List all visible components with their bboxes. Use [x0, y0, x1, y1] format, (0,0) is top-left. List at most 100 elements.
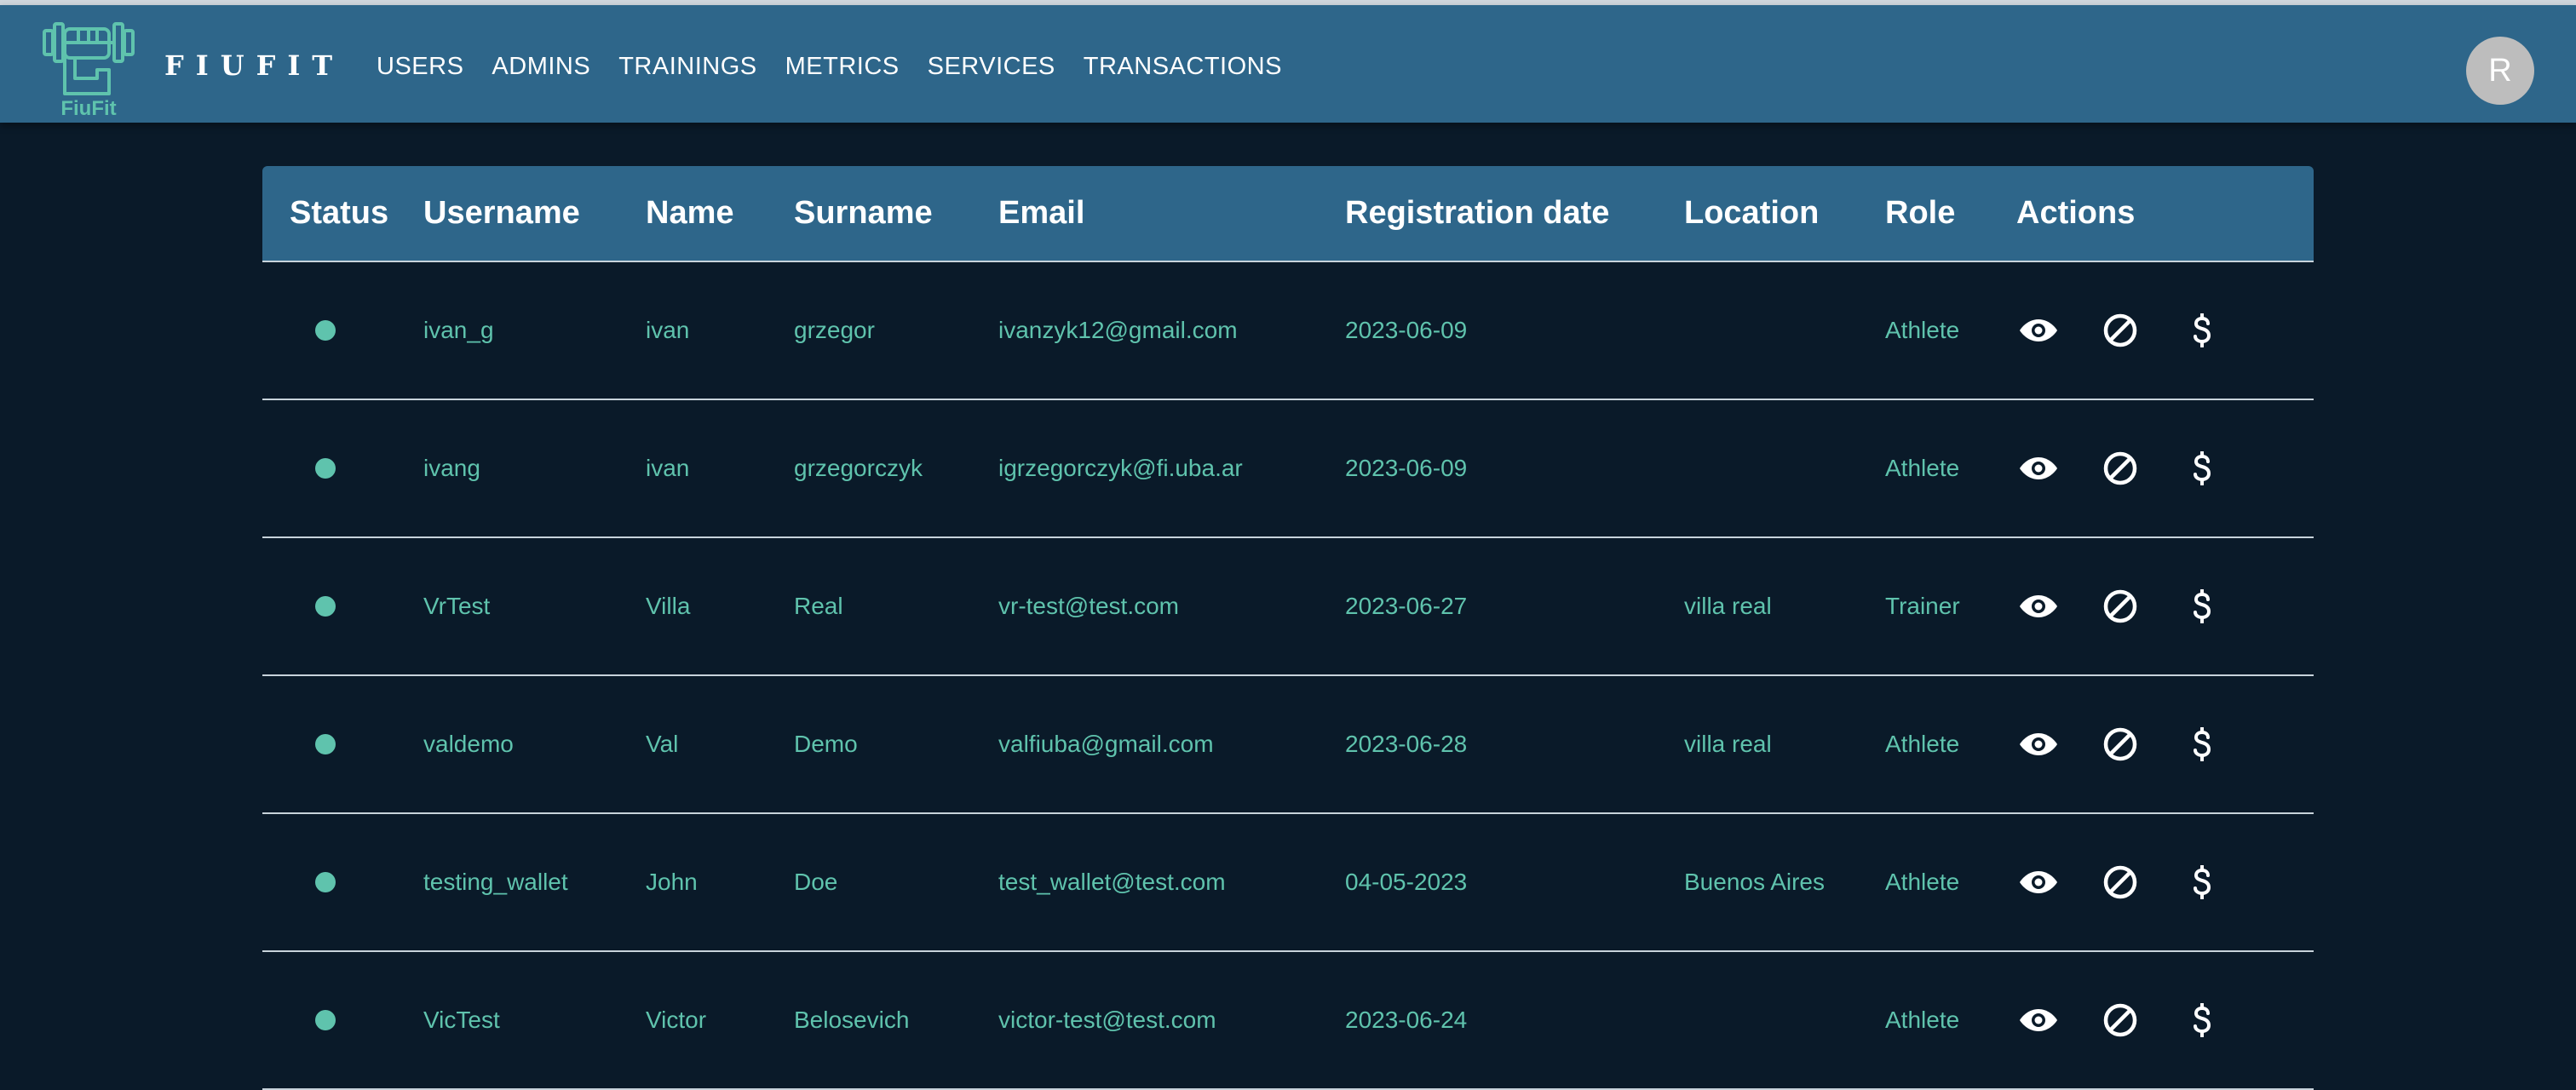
- block-user-button[interactable]: [2098, 446, 2142, 490]
- email-cell: vr-test@test.com: [998, 593, 1180, 619]
- surname-cell: Real: [794, 593, 843, 619]
- table-row[interactable]: ivang ivan grzegorczyk igrzegorczyk@fi.u…: [262, 399, 2314, 537]
- nav-metrics[interactable]: METRICS: [785, 53, 900, 81]
- table-header-row: Status Username Name Surname Email Regis…: [262, 166, 2314, 262]
- header-username[interactable]: Username: [423, 166, 646, 262]
- actions-cell: [2016, 813, 2314, 951]
- registration-date-cell: 2023-06-09: [1345, 317, 1468, 343]
- dollar-icon: [2194, 451, 2211, 485]
- block-icon: [2103, 865, 2137, 899]
- actions-cell: [2016, 951, 2314, 1089]
- role-cell: Athlete: [1885, 317, 1960, 343]
- surname-cell: Belosevich: [794, 1007, 910, 1033]
- block-user-button[interactable]: [2098, 308, 2142, 353]
- table-row[interactable]: ivan_g ivan grzegor ivanzyk12@gmail.com …: [262, 261, 2314, 399]
- username-cell: ivang: [423, 455, 480, 481]
- table-row[interactable]: VrTest Villa Real vr-test@test.com 2023-…: [262, 537, 2314, 675]
- status-indicator: [315, 458, 336, 479]
- view-user-button[interactable]: [2016, 308, 2061, 353]
- email-cell: victor-test@test.com: [998, 1007, 1216, 1033]
- table-row[interactable]: testing_wallet John Doe test_wallet@test…: [262, 813, 2314, 951]
- block-icon: [2103, 589, 2137, 623]
- surname-cell: grzegor: [794, 317, 875, 343]
- user-wallet-button[interactable]: [2180, 308, 2224, 353]
- nav-trainings[interactable]: TRAININGS: [618, 53, 756, 81]
- table-row[interactable]: VicTest Victor Belosevich victor-test@te…: [262, 951, 2314, 1089]
- user-wallet-button[interactable]: [2180, 860, 2224, 904]
- block-user-button[interactable]: [2098, 998, 2142, 1042]
- registration-date-cell: 2023-06-09: [1345, 455, 1468, 481]
- header-location[interactable]: Location: [1684, 166, 1885, 262]
- status-cell: [262, 399, 423, 537]
- role-cell: Athlete: [1885, 455, 1960, 481]
- eye-icon: [2020, 595, 2057, 617]
- view-user-button[interactable]: [2016, 584, 2061, 628]
- user-wallet-button[interactable]: [2180, 446, 2224, 490]
- dollar-icon: [2194, 865, 2211, 899]
- dollar-icon: [2194, 313, 2211, 347]
- block-icon: [2103, 313, 2137, 347]
- name-cell: Val: [646, 731, 679, 757]
- fiufit-logo[interactable]: FiuFit: [41, 12, 136, 121]
- registration-date-cell: 2023-06-28: [1345, 731, 1468, 757]
- status-indicator: [315, 596, 336, 617]
- user-wallet-button[interactable]: [2180, 722, 2224, 766]
- dollar-icon: [2194, 589, 2211, 623]
- name-cell: Victor: [646, 1007, 707, 1033]
- username-cell: VicTest: [423, 1007, 500, 1033]
- username-cell: ivan_g: [423, 317, 494, 343]
- email-cell: ivanzyk12@gmail.com: [998, 317, 1238, 343]
- status-cell: [262, 951, 423, 1089]
- actions-cell: [2016, 399, 2314, 537]
- user-wallet-button[interactable]: [2180, 584, 2224, 628]
- user-avatar[interactable]: R: [2466, 37, 2534, 105]
- header-actions: Actions: [2016, 166, 2314, 262]
- block-user-button[interactable]: [2098, 722, 2142, 766]
- status-cell: [262, 675, 423, 813]
- name-cell: Villa: [646, 593, 691, 619]
- nav-transactions[interactable]: TRANSACTIONS: [1084, 53, 1282, 81]
- block-icon: [2103, 451, 2137, 485]
- role-cell: Athlete: [1885, 869, 1960, 895]
- block-user-button[interactable]: [2098, 860, 2142, 904]
- header-surname[interactable]: Surname: [794, 166, 998, 262]
- status-indicator: [315, 872, 336, 892]
- status-cell: [262, 537, 423, 675]
- email-cell: test_wallet@test.com: [998, 869, 1226, 895]
- name-cell: John: [646, 869, 698, 895]
- nav-users[interactable]: USERS: [377, 53, 463, 81]
- location-cell: [1684, 399, 1885, 537]
- username-cell: VrTest: [423, 593, 491, 619]
- nav-admins[interactable]: ADMINS: [492, 53, 590, 81]
- view-user-button[interactable]: [2016, 446, 2061, 490]
- dollar-icon: [2194, 1003, 2211, 1037]
- role-cell: Athlete: [1885, 731, 1960, 757]
- view-user-button[interactable]: [2016, 998, 2061, 1042]
- actions-cell: [2016, 675, 2314, 813]
- header-name[interactable]: Name: [646, 166, 794, 262]
- nav-services[interactable]: SERVICES: [928, 53, 1055, 81]
- block-icon: [2103, 727, 2137, 761]
- eye-icon: [2020, 457, 2057, 479]
- header-status[interactable]: Status: [262, 166, 423, 262]
- status-cell: [262, 261, 423, 399]
- brand-title[interactable]: FIUFIT: [164, 49, 344, 82]
- user-wallet-button[interactable]: [2180, 998, 2224, 1042]
- logo-label: FiuFit: [60, 97, 117, 120]
- view-user-button[interactable]: [2016, 860, 2061, 904]
- table-row[interactable]: valdemo Val Demo valfiuba@gmail.com 2023…: [262, 675, 2314, 813]
- email-cell: igrzegorczyk@fi.uba.ar: [998, 455, 1243, 481]
- name-cell: ivan: [646, 455, 690, 481]
- surname-cell: grzegorczyk: [794, 455, 923, 481]
- registration-date-cell: 2023-06-24: [1345, 1007, 1468, 1033]
- eye-icon: [2020, 319, 2057, 341]
- registration-date-cell: 2023-06-27: [1345, 593, 1468, 619]
- eye-icon: [2020, 733, 2057, 755]
- top-navbar: FiuFit FIUFIT USERS ADMINS TRAININGS MET…: [0, 5, 2576, 123]
- header-role[interactable]: Role: [1885, 166, 2016, 262]
- view-user-button[interactable]: [2016, 722, 2061, 766]
- block-user-button[interactable]: [2098, 584, 2142, 628]
- header-email[interactable]: Email: [998, 166, 1345, 262]
- registration-date-cell: 04-05-2023: [1345, 869, 1468, 895]
- header-registration-date[interactable]: Registration date: [1345, 166, 1684, 262]
